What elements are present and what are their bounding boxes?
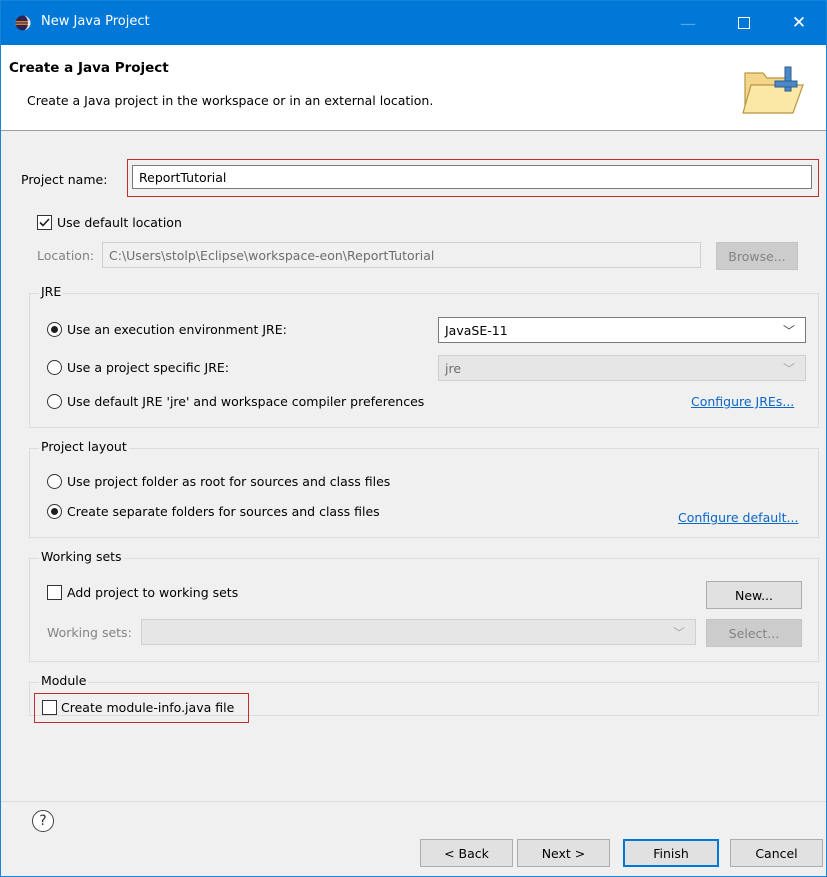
create-module-info-checkbox[interactable]	[42, 700, 57, 715]
add-to-working-sets-label: Add project to working sets	[67, 585, 239, 600]
add-to-working-sets-checkbox[interactable]	[47, 585, 62, 600]
use-default-location-checkbox[interactable]	[37, 215, 52, 230]
browse-button[interactable]: Browse...	[716, 242, 798, 270]
jre-execution-environment-radio[interactable]	[47, 322, 62, 337]
new-project-folder-icon	[742, 66, 804, 114]
footer-separator	[1, 801, 826, 802]
header-banner: Create a Java Project Create a Java proj…	[1, 45, 826, 131]
jre-default-radio[interactable]	[47, 394, 62, 409]
minimize-button[interactable]: —	[660, 1, 716, 45]
jre-default-label: Use default JRE 'jre' and workspace comp…	[67, 394, 425, 409]
close-button[interactable]: ✕	[772, 1, 826, 45]
help-icon[interactable]: ?	[32, 810, 54, 832]
location-input[interactable]: C:\Users\stolp\Eclipse\workspace-eon\Rep…	[102, 242, 701, 268]
eclipse-icon	[15, 15, 31, 31]
configure-jres-link[interactable]: Configure JREs...	[691, 394, 794, 409]
create-module-info-label: Create module-info.java file	[61, 700, 235, 715]
checkmark-icon	[39, 218, 50, 227]
new-java-project-dialog: New Java Project — ✕ Create a Java Proje…	[0, 0, 827, 877]
chevron-down-icon: ﹀	[672, 626, 685, 640]
working-sets-label: Working sets:	[47, 625, 132, 640]
chevron-down-icon: ﹀	[782, 362, 795, 376]
layout-project-folder-label: Use project folder as root for sources a…	[67, 474, 391, 489]
project-name-label: Project name:	[21, 172, 108, 187]
page-description: Create a Java project in the workspace o…	[27, 93, 434, 108]
cancel-button[interactable]: Cancel	[730, 839, 823, 867]
jre-group-title: JRE	[39, 284, 64, 299]
new-working-set-button[interactable]: New...	[706, 581, 802, 609]
close-icon: ✕	[791, 13, 807, 33]
finish-button[interactable]: Finish	[623, 839, 719, 867]
module-group-title: Module	[39, 673, 89, 688]
minimize-icon: —	[680, 13, 696, 33]
title-bar: New Java Project — ✕	[1, 1, 826, 45]
chevron-down-icon: ﹀	[782, 324, 795, 338]
back-button[interactable]: < Back	[420, 839, 513, 867]
use-default-location-label: Use default location	[57, 215, 182, 230]
maximize-button[interactable]	[716, 1, 772, 45]
jre-project-specific-radio[interactable]	[47, 360, 62, 375]
execution-environment-select[interactable]: JavaSE-11 ﹀	[438, 317, 806, 343]
project-specific-jre-value: jre	[445, 360, 462, 376]
layout-separate-folders-label: Create separate folders for sources and …	[67, 504, 380, 519]
project-name-input[interactable]: ReportTutorial	[132, 165, 812, 189]
execution-environment-value: JavaSE-11	[445, 322, 508, 338]
project-layout-group-title: Project layout	[39, 439, 129, 454]
layout-separate-folders-radio[interactable]	[47, 504, 62, 519]
working-sets-group	[29, 558, 819, 662]
select-working-sets-button[interactable]: Select...	[706, 619, 802, 647]
maximize-icon	[738, 17, 750, 29]
working-sets-group-title: Working sets	[39, 549, 124, 564]
location-label: Location:	[37, 248, 95, 263]
working-sets-select[interactable]: ﹀	[141, 619, 696, 645]
window-title: New Java Project	[41, 14, 150, 29]
jre-execution-environment-label: Use an execution environment JRE:	[67, 322, 287, 337]
next-button[interactable]: Next >	[517, 839, 610, 867]
jre-project-specific-label: Use a project specific JRE:	[67, 360, 229, 375]
configure-default-link[interactable]: Configure default...	[678, 510, 798, 525]
page-title: Create a Java Project	[9, 60, 169, 76]
layout-project-folder-radio[interactable]	[47, 474, 62, 489]
project-specific-jre-select[interactable]: jre ﹀	[438, 355, 806, 381]
